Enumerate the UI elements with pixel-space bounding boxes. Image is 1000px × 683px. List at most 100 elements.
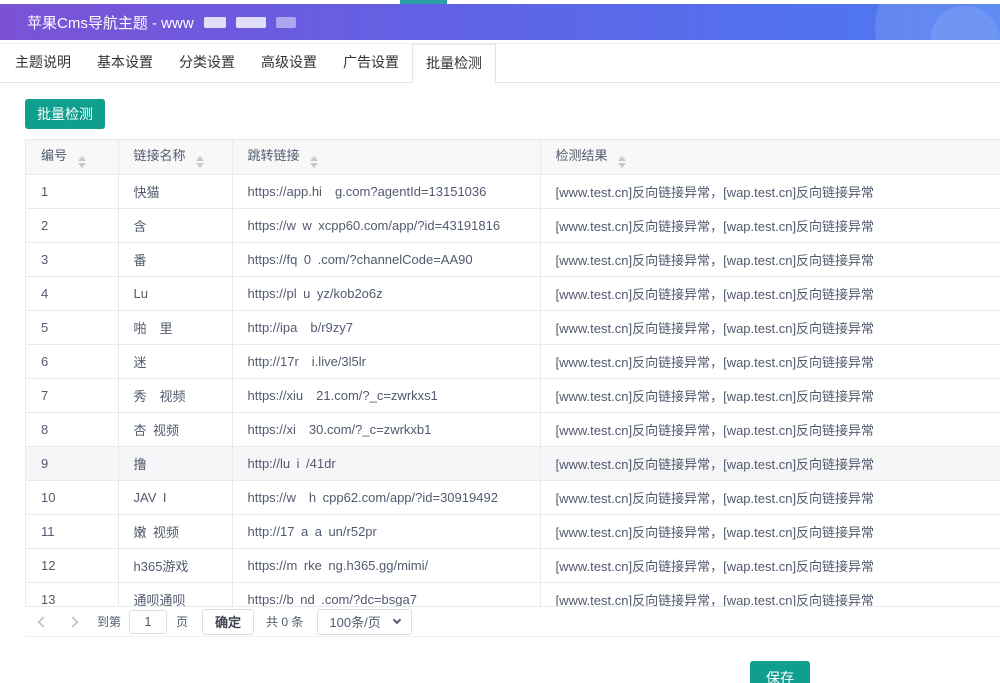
table-row: 7 秀 视频 https://xiu 21.com/?_c=zwrkxs1 [w… — [26, 378, 1000, 412]
cell-result: [www.test.cn]反向链接异常，[wap.test.cn]反向链接异常 — [540, 174, 1000, 208]
cell-url: http://lu i /41dr — [232, 446, 540, 480]
cell-name: 啪 里 — [118, 310, 232, 344]
sort-icon[interactable] — [196, 156, 204, 168]
links-table-container: 编号 链接名称 跳转链接 检测结果 — [25, 139, 1000, 607]
cell-name: 迷 — [118, 344, 232, 378]
table-row: 1 快猫 https://app.hi g.com?agentId=131510… — [26, 174, 1000, 208]
cell-result: [www.test.cn]反向链接异常，[wap.test.cn]反向链接异常 — [540, 548, 1000, 582]
save-button[interactable]: 保存 — [750, 661, 810, 683]
table-header-row: 编号 链接名称 跳转链接 检测结果 — [26, 140, 1000, 174]
confirm-page-button[interactable]: 确定 — [202, 609, 254, 635]
tab-ad-settings[interactable]: 广告设置 — [330, 44, 412, 82]
col-label: 链接名称 — [134, 148, 186, 163]
table-row: 5 啪 里 http://ipa b/r9zy7 [www.test.cn]反向… — [26, 310, 1000, 344]
sort-icon[interactable] — [78, 156, 86, 168]
cell-id: 11 — [26, 514, 118, 548]
cell-id: 12 — [26, 548, 118, 582]
col-label: 检测结果 — [556, 148, 608, 163]
cell-result: [www.test.cn]反向链接异常，[wap.test.cn]反向链接异常 — [540, 276, 1000, 310]
cell-id: 3 — [26, 242, 118, 276]
cell-name: JAV I — [118, 480, 232, 514]
next-page-icon[interactable] — [67, 616, 78, 627]
table-row: 2 含 https://w w xcpp60.com/app/?id=43191… — [26, 208, 1000, 242]
tab-category-settings[interactable]: 分类设置 — [166, 44, 248, 82]
cell-name: 快猫 — [118, 174, 232, 208]
cell-name: 嫩 视频 — [118, 514, 232, 548]
cell-name: 撸 — [118, 446, 232, 480]
cell-result: [www.test.cn]反向链接异常，[wap.test.cn]反向链接异常 — [540, 208, 1000, 242]
cell-result: [www.test.cn]反向链接异常，[wap.test.cn]反向链接异常 — [540, 446, 1000, 480]
table-row: 6 迷 http://17r i.live/3l5lr [www.test.cn… — [26, 344, 1000, 378]
cell-result: [www.test.cn]反向链接异常，[wap.test.cn]反向链接异常 — [540, 480, 1000, 514]
cell-id: 13 — [26, 582, 118, 607]
cell-id: 7 — [26, 378, 118, 412]
page-size-value: 100条/页 — [329, 612, 380, 631]
redacted-text-block — [204, 17, 226, 28]
table-row: 3 番 https://fq 0 .com/?channelCode=AA90 … — [26, 242, 1000, 276]
cell-name: h365游戏 — [118, 548, 232, 582]
cell-id: 5 — [26, 310, 118, 344]
cell-url: https://w h cpp62.com/app/?id=30919492 — [232, 480, 540, 514]
page-number-input[interactable] — [129, 610, 167, 634]
app-header: 苹果Cms导航主题 - www — [0, 4, 1000, 40]
tab-advanced-settings[interactable]: 高级设置 — [248, 44, 330, 82]
redacted-text-block — [276, 17, 296, 28]
tab-bar: 主题说明 基本设置 分类设置 高级设置 广告设置 批量检测 — [0, 43, 1000, 83]
cell-url: https://xiu 21.com/?_c=zwrkxs1 — [232, 378, 540, 412]
sort-icon[interactable] — [618, 156, 626, 168]
cell-result: [www.test.cn]反向链接异常，[wap.test.cn]反向链接异常 — [540, 514, 1000, 548]
table-row: 12 h365游戏 https://m rke ng.h365.gg/mimi/… — [26, 548, 1000, 582]
table-row: 13 通呗通呗 https://b nd .com/?dc=bsga7 [www… — [26, 582, 1000, 607]
tab-basic-settings[interactable]: 基本设置 — [84, 44, 166, 82]
col-header-id: 编号 — [26, 140, 118, 174]
sort-icon[interactable] — [310, 156, 318, 168]
cell-url: https://fq 0 .com/?channelCode=AA90 — [232, 242, 540, 276]
page-title: 苹果Cms导航主题 - www — [27, 12, 194, 33]
cell-name: 番 — [118, 242, 232, 276]
table-row: 10 JAV I https://w h cpp62.com/app/?id=3… — [26, 480, 1000, 514]
cell-url: http://ipa b/r9zy7 — [232, 310, 540, 344]
tab-batch-check[interactable]: 批量检测 — [412, 44, 496, 83]
cell-id: 1 — [26, 174, 118, 208]
cell-name: 通呗通呗 — [118, 582, 232, 607]
cell-id: 6 — [26, 344, 118, 378]
cell-name: Lu — [118, 276, 232, 310]
tab-theme-notes[interactable]: 主题说明 — [2, 44, 84, 82]
total-count-label: 共 0 条 — [266, 613, 303, 630]
cell-url: https://m rke ng.h365.gg/mimi/ — [232, 548, 540, 582]
cell-result: [www.test.cn]反向链接异常，[wap.test.cn]反向链接异常 — [540, 310, 1000, 344]
prev-page-icon[interactable] — [37, 616, 48, 627]
chevron-down-icon — [392, 616, 400, 624]
cell-url: https://w w xcpp60.com/app/?id=43191816 — [232, 208, 540, 242]
cell-id: 10 — [26, 480, 118, 514]
pagination-bar: 到第 页 确定 共 0 条 100条/页 — [25, 607, 1000, 637]
cell-result: [www.test.cn]反向链接异常，[wap.test.cn]反向链接异常 — [540, 242, 1000, 276]
cell-name: 杏 视频 — [118, 412, 232, 446]
cell-name: 秀 视频 — [118, 378, 232, 412]
col-header-url: 跳转链接 — [232, 140, 540, 174]
table-row: 4 Lu https://pl u yz/kob2o6z [www.test.c… — [26, 276, 1000, 310]
col-header-name: 链接名称 — [118, 140, 232, 174]
cell-url: https://b nd .com/?dc=bsga7 — [232, 582, 540, 607]
batch-check-button[interactable]: 批量检测 — [25, 99, 105, 129]
redacted-text-block — [236, 17, 266, 28]
goto-page-label: 到第 — [97, 613, 121, 630]
page-unit-label: 页 — [176, 613, 188, 630]
cell-url: https://app.hi g.com?agentId=13151036 — [232, 174, 540, 208]
cell-url: http://17r i.live/3l5lr — [232, 344, 540, 378]
cell-url: https://xi 30.com/?_c=zwrkxb1 — [232, 412, 540, 446]
col-label: 编号 — [41, 148, 67, 163]
cell-id: 8 — [26, 412, 118, 446]
table-row-highlighted: 9 撸 http://lu i /41dr [www.test.cn]反向链接异… — [26, 446, 1000, 480]
table-row: 11 嫩 视频 http://17 a a un/r52pr [www.test… — [26, 514, 1000, 548]
main-content: 批量检测 编号 链接名称 跳转链接 — [0, 83, 1000, 637]
cell-result: [www.test.cn]反向链接异常，[wap.test.cn]反向链接异常 — [540, 378, 1000, 412]
cell-id: 4 — [26, 276, 118, 310]
page-size-select[interactable]: 100条/页 — [317, 609, 411, 635]
cell-url: http://17 a a un/r52pr — [232, 514, 540, 548]
cell-url: https://pl u yz/kob2o6z — [232, 276, 540, 310]
cell-id: 9 — [26, 446, 118, 480]
cell-id: 2 — [26, 208, 118, 242]
cell-result: [www.test.cn]反向链接异常，[wap.test.cn]反向链接异常 — [540, 344, 1000, 378]
cell-result: [www.test.cn]反向链接异常，[wap.test.cn]反向链接异常 — [540, 582, 1000, 607]
